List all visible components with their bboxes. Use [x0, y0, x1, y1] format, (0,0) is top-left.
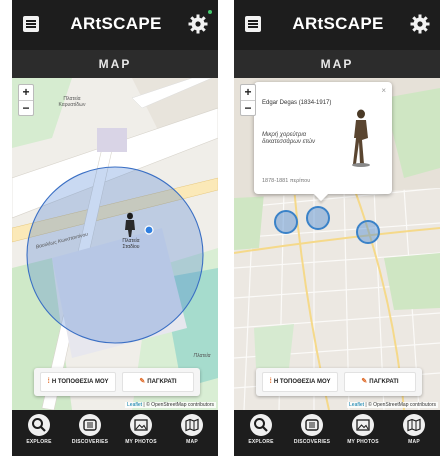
- hamburger-menu-icon[interactable]: [245, 16, 261, 32]
- bottom-nav: EXPLORE DISCOVERIES MY PHOTOS MAP: [12, 410, 218, 456]
- book-icon: [83, 419, 97, 431]
- nav-explore[interactable]: EXPLORE: [236, 414, 286, 445]
- nav-discoveries[interactable]: DISCOVERIES: [287, 414, 337, 445]
- zoom-out-button[interactable]: −: [19, 100, 33, 115]
- map-attribution: Leaflet | © OpenStreetMap contributors: [125, 402, 216, 408]
- hamburger-menu-icon[interactable]: [23, 16, 39, 32]
- map-attribution: Leaflet | © OpenStreetMap contributors: [347, 402, 438, 408]
- district-button[interactable]: ✎ ΠΑΓΚΡΑΤΙ: [122, 372, 194, 392]
- leaflet-link[interactable]: Leaflet: [127, 402, 142, 408]
- zoom-in-button[interactable]: +: [241, 85, 255, 100]
- artwork-date: 1878-1881 περίπου: [262, 178, 311, 184]
- book-icon: [305, 419, 319, 431]
- gear-icon[interactable]: [410, 14, 430, 34]
- artwork-thumbnail: [352, 109, 370, 167]
- photo-icon: [134, 419, 148, 431]
- district-button[interactable]: ✎ ΠΑΓΚΡΑΤΙ: [344, 372, 416, 392]
- zoom-control: + −: [18, 84, 34, 116]
- area-label: Πλατεία: [193, 353, 211, 359]
- location-label: Πλατεία Σταδίου: [122, 238, 140, 250]
- my-location-button[interactable]: ⁞ Η ΤΟΠΟΘΕΣΙΑ ΜΟΥ: [262, 372, 338, 392]
- location-pin-icon: ⁞: [47, 378, 50, 385]
- phone-screen-right: ARtSCAPE MAP × Edgar Degas (1834-1917) Μ…: [234, 0, 440, 456]
- section-title: MAP: [234, 50, 440, 78]
- nav-explore[interactable]: EXPLORE: [14, 414, 64, 445]
- nav-map[interactable]: MAP: [389, 414, 439, 445]
- app-header: ARtSCAPE: [12, 0, 218, 50]
- app-logo: ARtSCAPE: [70, 14, 162, 33]
- artist-name: Edgar Degas (1834-1917): [262, 100, 332, 106]
- search-icon: [32, 418, 46, 432]
- leaflet-link[interactable]: Leaflet: [349, 402, 364, 408]
- sculpture-marker-icon[interactable]: [124, 212, 136, 238]
- pushpin-icon: ✎: [139, 378, 146, 385]
- nav-my-photos[interactable]: MY PHOTOS: [116, 414, 166, 445]
- park-label: Πλατεία Καρυατίδων: [58, 96, 86, 108]
- map-icon: [407, 418, 421, 432]
- zoom-control: + −: [240, 84, 256, 116]
- photo-icon: [356, 419, 370, 431]
- nav-map[interactable]: MAP: [167, 414, 217, 445]
- app-header: ARtSCAPE: [234, 0, 440, 50]
- phone-screen-left: ARtSCAPE MAP Πλατεία Καρυατίδων Βασιλέως…: [12, 0, 218, 456]
- artwork-title: Μικρή χορεύτρια δεκατεσσάρων ετών: [262, 132, 316, 145]
- zoom-in-button[interactable]: +: [19, 85, 33, 100]
- zoom-out-button[interactable]: −: [241, 100, 255, 115]
- map-view[interactable]: Πλατεία Καρυατίδων Βασιλέως Κωνσταντίνου…: [12, 78, 218, 410]
- sculpture-pin-icon[interactable]: [306, 206, 330, 230]
- app-logo: ARtSCAPE: [292, 14, 384, 33]
- map-view[interactable]: × Edgar Degas (1834-1917) Μικρή χορεύτρι…: [234, 78, 440, 410]
- status-dot: [208, 10, 212, 14]
- my-location-button[interactable]: ⁞ Η ΤΟΠΟΘΕΣΙΑ ΜΟΥ: [40, 372, 116, 392]
- gear-icon[interactable]: [188, 14, 208, 34]
- sculpture-pin-icon[interactable]: [274, 210, 298, 234]
- map-action-bar: ⁞ Η ΤΟΠΟΘΕΣΙΑ ΜΟΥ ✎ ΠΑΓΚΡΑΤΙ: [34, 368, 200, 396]
- pushpin-icon: ✎: [361, 378, 368, 385]
- map-icon: [185, 418, 199, 432]
- nav-discoveries[interactable]: DISCOVERIES: [65, 414, 115, 445]
- close-icon[interactable]: ×: [381, 86, 386, 95]
- search-icon: [254, 418, 268, 432]
- bottom-nav: EXPLORE DISCOVERIES MY PHOTOS MAP: [234, 410, 440, 456]
- artwork-popup[interactable]: × Edgar Degas (1834-1917) Μικρή χορεύτρι…: [254, 82, 392, 202]
- sculpture-pin-icon[interactable]: [356, 220, 380, 244]
- section-title: MAP: [12, 50, 218, 78]
- nav-my-photos[interactable]: MY PHOTOS: [338, 414, 388, 445]
- map-action-bar: ⁞ Η ΤΟΠΟΘΕΣΙΑ ΜΟΥ ✎ ΠΑΓΚΡΑΤΙ: [256, 368, 422, 396]
- location-pin-icon: ⁞: [269, 378, 272, 385]
